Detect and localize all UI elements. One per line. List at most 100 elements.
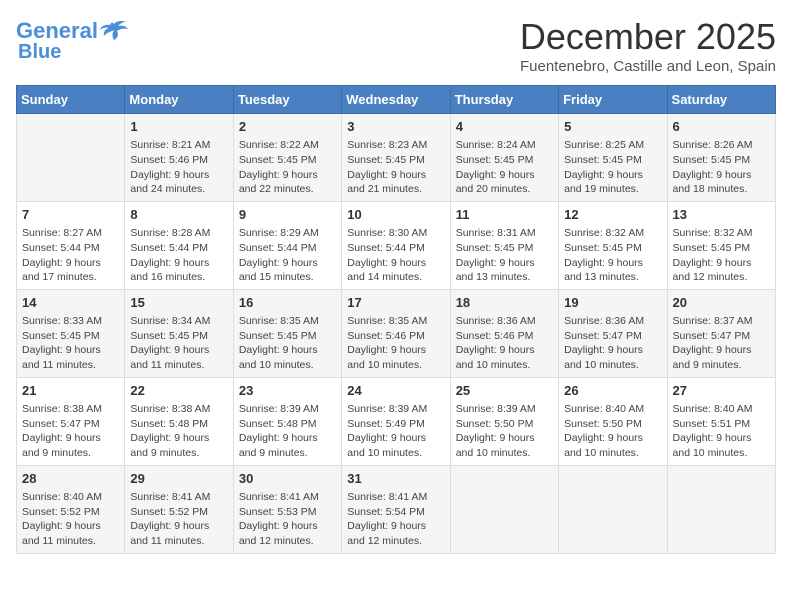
day-info: Sunrise: 8:40 AM Sunset: 5:50 PM Dayligh… (564, 402, 661, 461)
day-info: Sunrise: 8:30 AM Sunset: 5:44 PM Dayligh… (347, 226, 444, 285)
logo-blue-text: Blue (18, 42, 61, 62)
title-block: December 2025 Fuentenebro, Castille and … (520, 16, 776, 75)
location-subtitle: Fuentenebro, Castille and Leon, Spain (520, 58, 776, 75)
calendar-cell: 11Sunrise: 8:31 AM Sunset: 5:45 PM Dayli… (450, 201, 558, 289)
calendar-cell: 16Sunrise: 8:35 AM Sunset: 5:45 PM Dayli… (233, 289, 341, 377)
day-number: 16 (239, 294, 336, 312)
calendar-cell (17, 114, 125, 202)
day-number: 25 (456, 382, 553, 400)
day-number: 8 (130, 206, 227, 224)
day-number: 4 (456, 118, 553, 136)
logo-text: General (16, 20, 98, 42)
calendar-week-row: 28 Sunrise: 8:40 AM Sunset: 5:52 PM Dayli… (17, 465, 776, 553)
calendar-cell: 8Sunrise: 8:28 AM Sunset: 5:44 PM Daylig… (125, 201, 233, 289)
calendar-cell (667, 465, 775, 553)
day-number: 6 (673, 118, 770, 136)
day-number: 31 (347, 470, 444, 488)
calendar-cell: 13 Sunrise: 8:32 AM Sunset: 5:45 PM Dayli… (667, 201, 775, 289)
calendar-cell: 31 Sunrise: 8:41 AM Sunset: 5:54 PM Dayli… (342, 465, 450, 553)
calendar-week-row: 14Sunrise: 8:33 AM Sunset: 5:45 PM Dayli… (17, 289, 776, 377)
day-number: 28 (22, 470, 119, 488)
calendar-cell: 27Sunrise: 8:40 AM Sunset: 5:51 PM Dayli… (667, 377, 775, 465)
day-info: Sunrise: 8:36 AM Sunset: 5:47 PM Dayligh… (564, 314, 661, 373)
day-info: Sunrise: 8:32 AM Sunset: 5:45 PM Dayligh… (564, 226, 661, 285)
weekday-header-thursday: Thursday (450, 86, 558, 114)
weekday-header-tuesday: Tuesday (233, 86, 341, 114)
calendar-cell: 5 Sunrise: 8:25 AM Sunset: 5:45 PM Daylig… (559, 114, 667, 202)
day-number: 13 (673, 206, 770, 224)
day-number: 7 (22, 206, 119, 224)
calendar-cell: 22 Sunrise: 8:38 AM Sunset: 5:48 PM Dayli… (125, 377, 233, 465)
calendar-week-row: 21Sunrise: 8:38 AM Sunset: 5:47 PM Dayli… (17, 377, 776, 465)
day-info: Sunrise: 8:32 AM Sunset: 5:45 PM Dayligh… (673, 226, 770, 285)
calendar-table: SundayMondayTuesdayWednesdayThursdayFrid… (16, 85, 776, 554)
weekday-header-row: SundayMondayTuesdayWednesdayThursdayFrid… (17, 86, 776, 114)
day-number: 30 (239, 470, 336, 488)
calendar-cell: 1 Sunrise: 8:21 AM Sunset: 5:46 PM Daylig… (125, 114, 233, 202)
day-number: 23 (239, 382, 336, 400)
day-number: 22 (130, 382, 227, 400)
day-info: Sunrise: 8:39 AM Sunset: 5:50 PM Dayligh… (456, 402, 553, 461)
day-info: Sunrise: 8:38 AM Sunset: 5:48 PM Dayligh… (130, 402, 227, 461)
day-number: 21 (22, 382, 119, 400)
day-number: 10 (347, 206, 444, 224)
day-number: 3 (347, 118, 444, 136)
calendar-cell: 30 Sunrise: 8:41 AM Sunset: 5:53 PM Dayli… (233, 465, 341, 553)
calendar-cell: 7 Sunrise: 8:27 AM Sunset: 5:44 PM Daylig… (17, 201, 125, 289)
calendar-cell (559, 465, 667, 553)
calendar-cell: 2Sunrise: 8:22 AM Sunset: 5:45 PM Daylig… (233, 114, 341, 202)
weekday-header-monday: Monday (125, 86, 233, 114)
day-info: Sunrise: 8:27 AM Sunset: 5:44 PM Dayligh… (22, 226, 119, 285)
calendar-cell: 6 Sunrise: 8:26 AM Sunset: 5:45 PM Daylig… (667, 114, 775, 202)
day-info: Sunrise: 8:26 AM Sunset: 5:45 PM Dayligh… (673, 138, 770, 197)
day-number: 26 (564, 382, 661, 400)
day-info: Sunrise: 8:40 AM Sunset: 5:52 PM Dayligh… (22, 490, 119, 549)
calendar-week-row: 1 Sunrise: 8:21 AM Sunset: 5:46 PM Daylig… (17, 114, 776, 202)
day-info: Sunrise: 8:24 AM Sunset: 5:45 PM Dayligh… (456, 138, 553, 197)
weekday-header-friday: Friday (559, 86, 667, 114)
calendar-cell: 26 Sunrise: 8:40 AM Sunset: 5:50 PM Dayli… (559, 377, 667, 465)
day-number: 17 (347, 294, 444, 312)
day-info: Sunrise: 8:37 AM Sunset: 5:47 PM Dayligh… (673, 314, 770, 373)
day-number: 1 (130, 118, 227, 136)
day-number: 24 (347, 382, 444, 400)
calendar-cell: 14Sunrise: 8:33 AM Sunset: 5:45 PM Dayli… (17, 289, 125, 377)
day-number: 15 (130, 294, 227, 312)
weekday-header-sunday: Sunday (17, 86, 125, 114)
calendar-cell: 12 Sunrise: 8:32 AM Sunset: 5:45 PM Dayli… (559, 201, 667, 289)
day-number: 5 (564, 118, 661, 136)
day-info: Sunrise: 8:22 AM Sunset: 5:45 PM Dayligh… (239, 138, 336, 197)
calendar-cell: 28 Sunrise: 8:40 AM Sunset: 5:52 PM Dayli… (17, 465, 125, 553)
page-header: General Blue December 2025 Fuentenebro, … (16, 16, 776, 75)
calendar-cell: 17 Sunrise: 8:35 AM Sunset: 5:46 PM Dayli… (342, 289, 450, 377)
day-info: Sunrise: 8:41 AM Sunset: 5:53 PM Dayligh… (239, 490, 336, 549)
calendar-cell (450, 465, 558, 553)
calendar-cell: 19 Sunrise: 8:36 AM Sunset: 5:47 PM Dayli… (559, 289, 667, 377)
day-number: 19 (564, 294, 661, 312)
day-number: 12 (564, 206, 661, 224)
day-info: Sunrise: 8:36 AM Sunset: 5:46 PM Dayligh… (456, 314, 553, 373)
day-info: Sunrise: 8:35 AM Sunset: 5:46 PM Dayligh… (347, 314, 444, 373)
day-info: Sunrise: 8:25 AM Sunset: 5:45 PM Dayligh… (564, 138, 661, 197)
logo-bird-icon (100, 20, 128, 42)
calendar-cell: 20Sunrise: 8:37 AM Sunset: 5:47 PM Dayli… (667, 289, 775, 377)
day-number: 14 (22, 294, 119, 312)
day-number: 29 (130, 470, 227, 488)
calendar-cell: 18 Sunrise: 8:36 AM Sunset: 5:46 PM Dayli… (450, 289, 558, 377)
weekday-header-saturday: Saturday (667, 86, 775, 114)
day-number: 18 (456, 294, 553, 312)
day-info: Sunrise: 8:41 AM Sunset: 5:52 PM Dayligh… (130, 490, 227, 549)
day-number: 9 (239, 206, 336, 224)
calendar-week-row: 7 Sunrise: 8:27 AM Sunset: 5:44 PM Daylig… (17, 201, 776, 289)
day-info: Sunrise: 8:21 AM Sunset: 5:46 PM Dayligh… (130, 138, 227, 197)
calendar-cell: 24Sunrise: 8:39 AM Sunset: 5:49 PM Dayli… (342, 377, 450, 465)
day-number: 11 (456, 206, 553, 224)
calendar-cell: 15 Sunrise: 8:34 AM Sunset: 5:45 PM Dayli… (125, 289, 233, 377)
calendar-cell: 4 Sunrise: 8:24 AM Sunset: 5:45 PM Daylig… (450, 114, 558, 202)
day-info: Sunrise: 8:29 AM Sunset: 5:44 PM Dayligh… (239, 226, 336, 285)
calendar-cell: 21Sunrise: 8:38 AM Sunset: 5:47 PM Dayli… (17, 377, 125, 465)
calendar-cell: 25 Sunrise: 8:39 AM Sunset: 5:50 PM Dayli… (450, 377, 558, 465)
day-info: Sunrise: 8:34 AM Sunset: 5:45 PM Dayligh… (130, 314, 227, 373)
day-info: Sunrise: 8:41 AM Sunset: 5:54 PM Dayligh… (347, 490, 444, 549)
calendar-cell: 10 Sunrise: 8:30 AM Sunset: 5:44 PM Dayli… (342, 201, 450, 289)
